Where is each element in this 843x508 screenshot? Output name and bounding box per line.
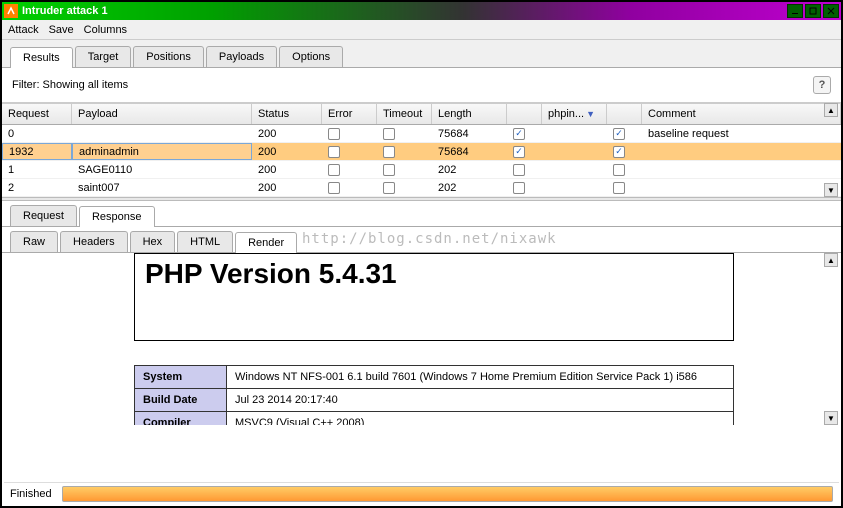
phpinfo-header: PHP Version 5.4.31 (134, 253, 734, 341)
tab-response[interactable]: Response (79, 206, 155, 227)
php-version-title: PHP Version 5.4.31 (145, 258, 723, 290)
match-checkbox[interactable] (513, 182, 525, 194)
error-checkbox[interactable] (328, 164, 340, 176)
main-tabs: Results Target Positions Payloads Option… (2, 40, 841, 68)
help-button[interactable]: ? (813, 76, 831, 94)
scroll-down-icon[interactable]: ▼ (824, 411, 838, 425)
maximize-button[interactable] (805, 4, 821, 18)
match-checkbox[interactable] (513, 164, 525, 176)
tab-options[interactable]: Options (279, 46, 343, 67)
tab-hex[interactable]: Hex (130, 231, 176, 252)
title-bar: Intruder attack 1 (2, 2, 841, 20)
menu-attack[interactable]: Attack (8, 24, 39, 36)
tab-positions[interactable]: Positions (133, 46, 204, 67)
menu-bar: Attack Save Columns (2, 20, 841, 40)
phpinfo-row: SystemWindows NT NFS-001 6.1 build 7601 … (135, 366, 734, 389)
col-length[interactable]: Length (432, 104, 507, 124)
match-checkbox[interactable] (513, 128, 525, 140)
error-checkbox[interactable] (328, 128, 340, 140)
error-checkbox[interactable] (328, 146, 340, 158)
tab-request[interactable]: Request (10, 205, 77, 226)
window-buttons (787, 4, 839, 18)
filter-label: Filter: Showing all items (12, 79, 128, 91)
tab-target[interactable]: Target (75, 46, 132, 67)
col-status[interactable]: Status (252, 104, 322, 124)
table-row[interactable]: 020075684baseline request (2, 125, 841, 143)
close-button[interactable] (823, 4, 839, 18)
phpinfo-row: Build DateJul 23 2014 20:17:40 (135, 389, 734, 412)
table-row[interactable]: 1932adminadmin20075684 (2, 143, 841, 161)
phpin-checkbox[interactable] (613, 182, 625, 194)
tab-headers[interactable]: Headers (60, 231, 128, 252)
table-row[interactable]: 2saint007200202 (2, 179, 841, 197)
scroll-up-icon[interactable]: ▲ (824, 253, 838, 267)
tab-raw[interactable]: Raw (10, 231, 58, 252)
phpin-checkbox[interactable] (613, 164, 625, 176)
window-title: Intruder attack 1 (22, 5, 108, 17)
view-tabs: Raw Headers Hex HTML Render http://blog.… (2, 227, 841, 253)
match-checkbox[interactable] (513, 146, 525, 158)
render-pane[interactable]: PHP Version 5.4.31 SystemWindows NT NFS-… (2, 253, 841, 425)
col-request[interactable]: Request (2, 104, 72, 124)
col-comment[interactable]: Comment (642, 104, 841, 124)
tab-render[interactable]: Render (235, 232, 297, 253)
tab-html[interactable]: HTML (177, 231, 233, 252)
tab-payloads[interactable]: Payloads (206, 46, 277, 67)
status-bar: Finished (4, 482, 839, 504)
col-timeout[interactable]: Timeout (377, 104, 432, 124)
table-scrollbar[interactable]: ▲ ▼ (823, 103, 839, 197)
phpinfo-row: CompilerMSVC9 (Visual C++ 2008) (135, 412, 734, 426)
col-phpin[interactable]: phpin...▼ (542, 104, 607, 124)
col-error[interactable]: Error (322, 104, 377, 124)
error-checkbox[interactable] (328, 182, 340, 194)
table-row[interactable]: 1SAGE0110200202 (2, 161, 841, 179)
table-header: Request Payload Status Error Timeout Len… (2, 103, 841, 125)
col-blank1[interactable] (507, 104, 542, 124)
progress-bar (62, 486, 833, 502)
phpin-checkbox[interactable] (613, 128, 625, 140)
app-icon (4, 4, 18, 18)
status-label: Finished (10, 488, 52, 500)
results-table: Request Payload Status Error Timeout Len… (2, 103, 841, 197)
timeout-checkbox[interactable] (383, 146, 395, 158)
col-payload[interactable]: Payload (72, 104, 252, 124)
timeout-checkbox[interactable] (383, 128, 395, 140)
phpin-checkbox[interactable] (613, 146, 625, 158)
phpinfo-table: SystemWindows NT NFS-001 6.1 build 7601 … (134, 365, 734, 425)
scroll-down-icon[interactable]: ▼ (824, 183, 838, 197)
menu-columns[interactable]: Columns (84, 24, 127, 36)
render-scrollbar[interactable]: ▲ ▼ (823, 253, 839, 425)
table-body: 020075684baseline request1932adminadmin2… (2, 125, 841, 197)
request-response-tabs: Request Response (2, 201, 841, 227)
watermark-text: http://blog.csdn.net/nixawk (302, 231, 557, 247)
filter-bar[interactable]: Filter: Showing all items ? (2, 68, 841, 103)
tab-results[interactable]: Results (10, 47, 73, 68)
col-blank2[interactable] (607, 104, 642, 124)
menu-save[interactable]: Save (49, 24, 74, 36)
timeout-checkbox[interactable] (383, 164, 395, 176)
minimize-button[interactable] (787, 4, 803, 18)
timeout-checkbox[interactable] (383, 182, 395, 194)
scroll-up-icon[interactable]: ▲ (824, 103, 838, 117)
